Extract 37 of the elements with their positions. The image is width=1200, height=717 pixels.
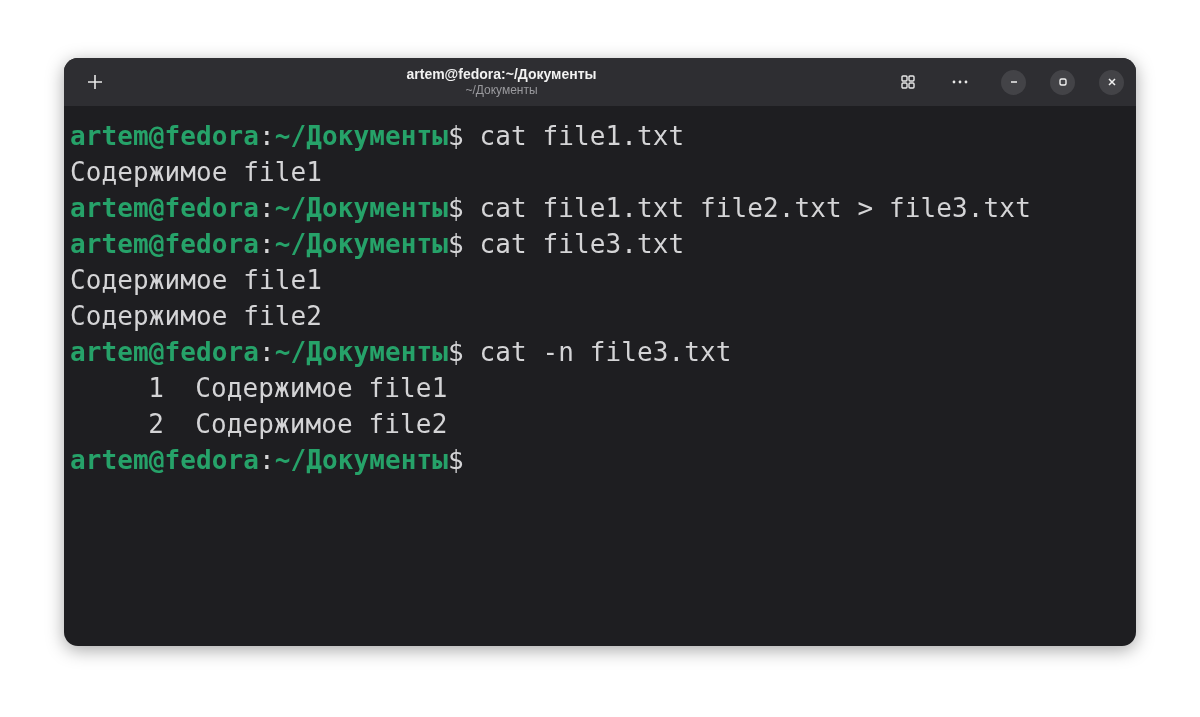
prompt-user-host: artem@fedora [70,444,260,477]
prompt-symbol: $ [448,336,464,369]
prompt-separator: : [259,336,275,369]
prompt-user-host: artem@fedora [70,228,260,261]
command-text: cat file1.txt file2.txt > file3.txt [479,192,1031,225]
prompt-separator: : [259,120,275,153]
line-number: 1 [148,372,165,405]
window-subtitle: ~/Документы [465,83,538,98]
prompt-symbol: $ [448,192,464,225]
output-text: Содержимое file1 [70,156,323,189]
prompt-separator: : [259,192,275,225]
line-number: 2 [148,408,165,441]
output-text: Содержимое file2 [195,408,448,441]
command-text: cat file3.txt [479,228,685,261]
command-text: cat file1.txt [479,120,685,153]
prompt-user-host: artem@fedora [70,336,260,369]
prompt-path: ~/Документы [274,336,449,369]
maximize-icon [1057,77,1068,87]
prompt-user-host: artem@fedora [70,192,260,225]
window-title: artem@fedora:~/Документы [406,66,597,84]
output-text: Содержимое file2 [70,300,323,333]
prompt-path: ~/Документы [274,120,449,153]
command-text: cat -n file3.txt [479,336,732,369]
prompt-user-host: artem@fedora [70,120,260,153]
prompt-path: ~/Документы [274,192,449,225]
output-text: Содержимое file1 [70,264,323,297]
prompt-separator: : [259,228,275,261]
prompt-symbol: $ [448,120,464,153]
maximize-button[interactable] [1050,69,1075,95]
prompt-separator: : [259,444,275,477]
prompt-symbol: $ [448,228,464,261]
prompt-symbol: $ [448,444,464,477]
prompt-path: ~/Документы [274,228,449,261]
prompt-path: ~/Документы [274,444,449,477]
close-button[interactable] [1099,69,1124,95]
close-icon [1106,77,1117,87]
output-text: Содержимое file1 [195,372,448,405]
